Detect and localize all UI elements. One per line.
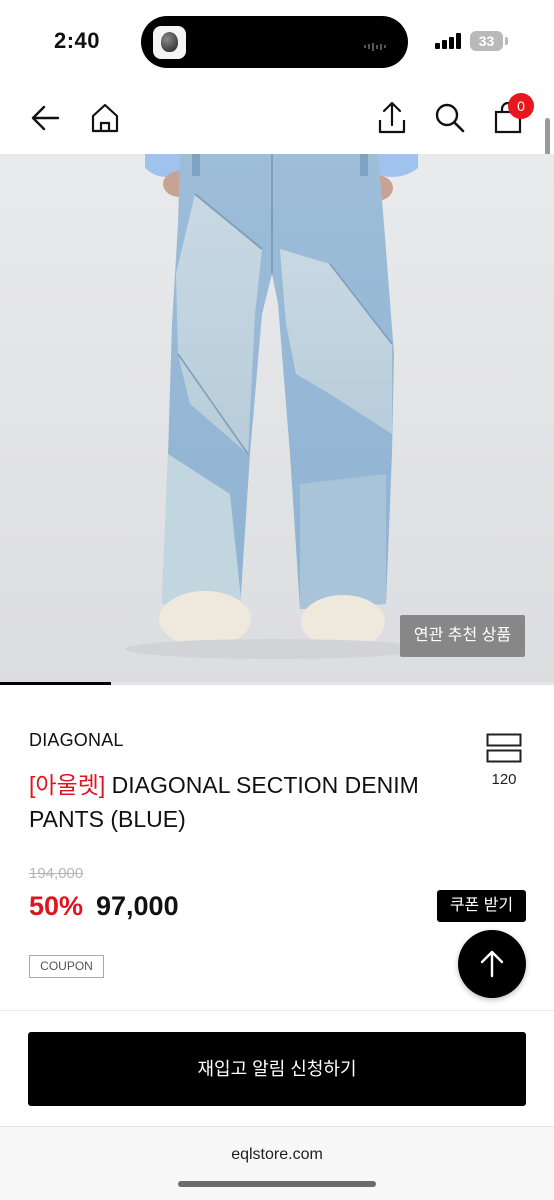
product-image[interactable] — [0, 154, 554, 685]
restock-alert-button[interactable]: 재입고 알림 신청하기 — [28, 1032, 526, 1106]
home-icon[interactable] — [85, 98, 125, 138]
brand-name[interactable]: DIAGONAL — [29, 730, 124, 751]
status-time: 2:40 — [54, 28, 101, 53]
divider — [0, 1010, 554, 1011]
arrow-up-icon — [480, 950, 504, 978]
wishlist-count: 120 — [491, 771, 517, 788]
sale-price: 97,000 — [96, 891, 179, 921]
battery-level: 33 — [478, 33, 495, 49]
coupon-badge: COUPON — [29, 955, 104, 978]
original-price: 194,000 — [29, 865, 84, 882]
audio-wave-icon — [364, 38, 392, 51]
gallery-progress-track — [0, 682, 554, 685]
product-photo-denim-pants — [125, 154, 425, 659]
battery-tip — [505, 37, 508, 45]
home-indicator[interactable] — [178, 1181, 376, 1187]
search-icon[interactable] — [430, 98, 470, 138]
gallery-progress-fill — [0, 682, 111, 685]
product-title: [아울렛] DIAGONAL SECTION DENIM PANTS (BLUE… — [29, 768, 449, 836]
cellular-signal-icon — [435, 33, 461, 49]
related-products-button[interactable]: 연관 추천 상품 — [400, 615, 525, 657]
back-arrow-icon[interactable] — [26, 98, 66, 138]
scroll-to-top-button[interactable] — [458, 930, 526, 998]
outlet-tag: [아울렛] — [29, 772, 106, 798]
cart-count-badge: 0 — [508, 93, 534, 119]
top-navbar — [0, 84, 554, 154]
get-coupon-button[interactable]: 쿠폰 받기 — [437, 890, 526, 922]
dynamic-island — [141, 16, 408, 68]
status-bar: 2:40 33 — [0, 0, 554, 84]
browser-url[interactable]: eqlstore.com — [0, 1146, 554, 1164]
share-icon[interactable] — [372, 98, 412, 138]
discount-rate: 50% — [29, 891, 84, 921]
now-playing-app-icon — [153, 26, 186, 59]
wishlist-icon[interactable] — [486, 733, 522, 763]
battery-icon: 33 — [470, 31, 503, 51]
